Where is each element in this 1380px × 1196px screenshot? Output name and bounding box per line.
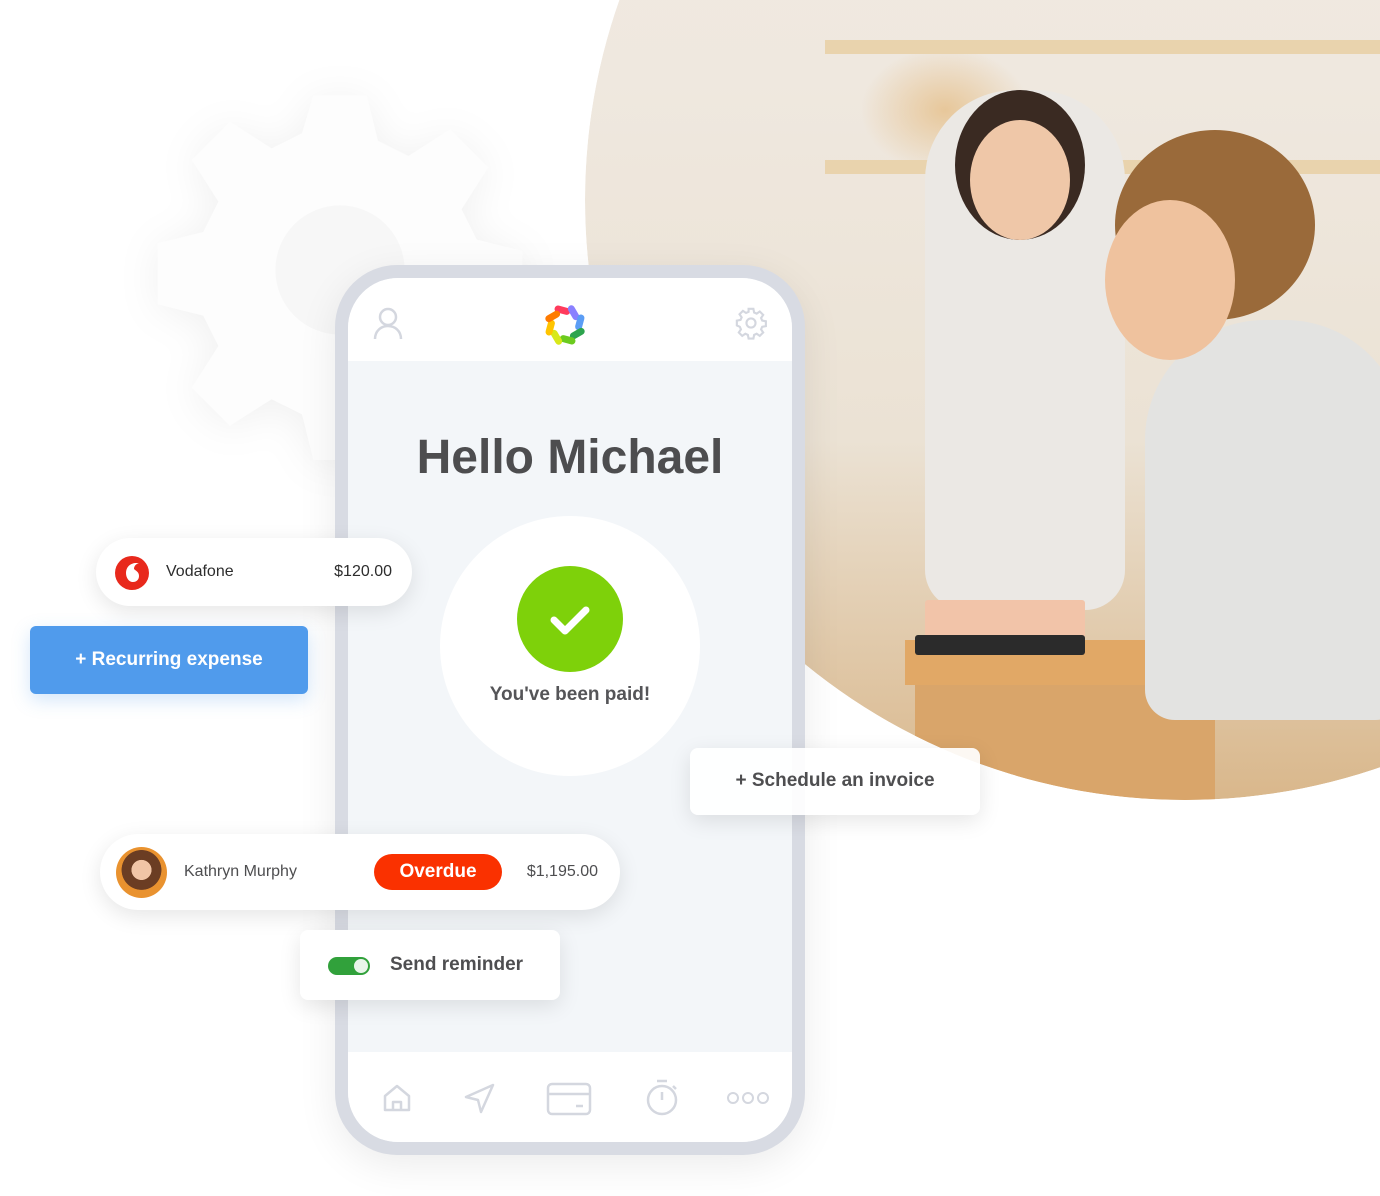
home-icon[interactable] [381,1082,413,1114]
add-recurring-expense-button[interactable]: + Recurring expense [30,626,308,694]
invoice-card[interactable]: Kathryn Murphy Overdue $1,195.00 [100,834,620,910]
man-figure [1145,320,1380,720]
greeting-heading: Hello Michael [416,431,724,484]
send-reminder-card: Send reminder [300,930,560,1000]
settings-gear-icon[interactable] [734,306,768,340]
send-reminder-label: Send reminder [390,954,524,975]
invoice-amount: $1,195.00 [526,863,598,880]
expense-card-vodafone[interactable]: Vodafone $120.00 [96,538,412,606]
payment-status-text: You've been paid! [489,684,651,705]
payment-status-panel: You've been paid! [440,516,700,776]
checkmark-icon [517,566,623,672]
phone-mockup: Hello Michael You've been paid! [335,265,805,1155]
send-reminder-toggle[interactable] [328,957,370,975]
client-name: Kathryn Murphy [184,863,297,880]
schedule-invoice-button[interactable]: + Schedule an invoice [690,748,980,815]
more-icon[interactable] [726,1090,770,1106]
expense-amount: $120.00 [334,563,392,580]
timer-icon[interactable] [645,1078,679,1116]
app-logo [545,305,585,345]
send-icon[interactable] [463,1082,495,1114]
avatar [116,847,167,898]
status-badge: Overdue [374,854,502,890]
phone-header [348,278,792,361]
card-icon[interactable] [546,1082,592,1116]
phone-screen: Hello Michael You've been paid! [348,278,792,1142]
expense-name: Vodafone [166,563,234,580]
bottom-nav [348,1052,792,1142]
vodafone-logo-icon [115,556,149,590]
user-icon[interactable] [372,306,404,340]
schedule-invoice-label: + Schedule an invoice [735,770,935,791]
